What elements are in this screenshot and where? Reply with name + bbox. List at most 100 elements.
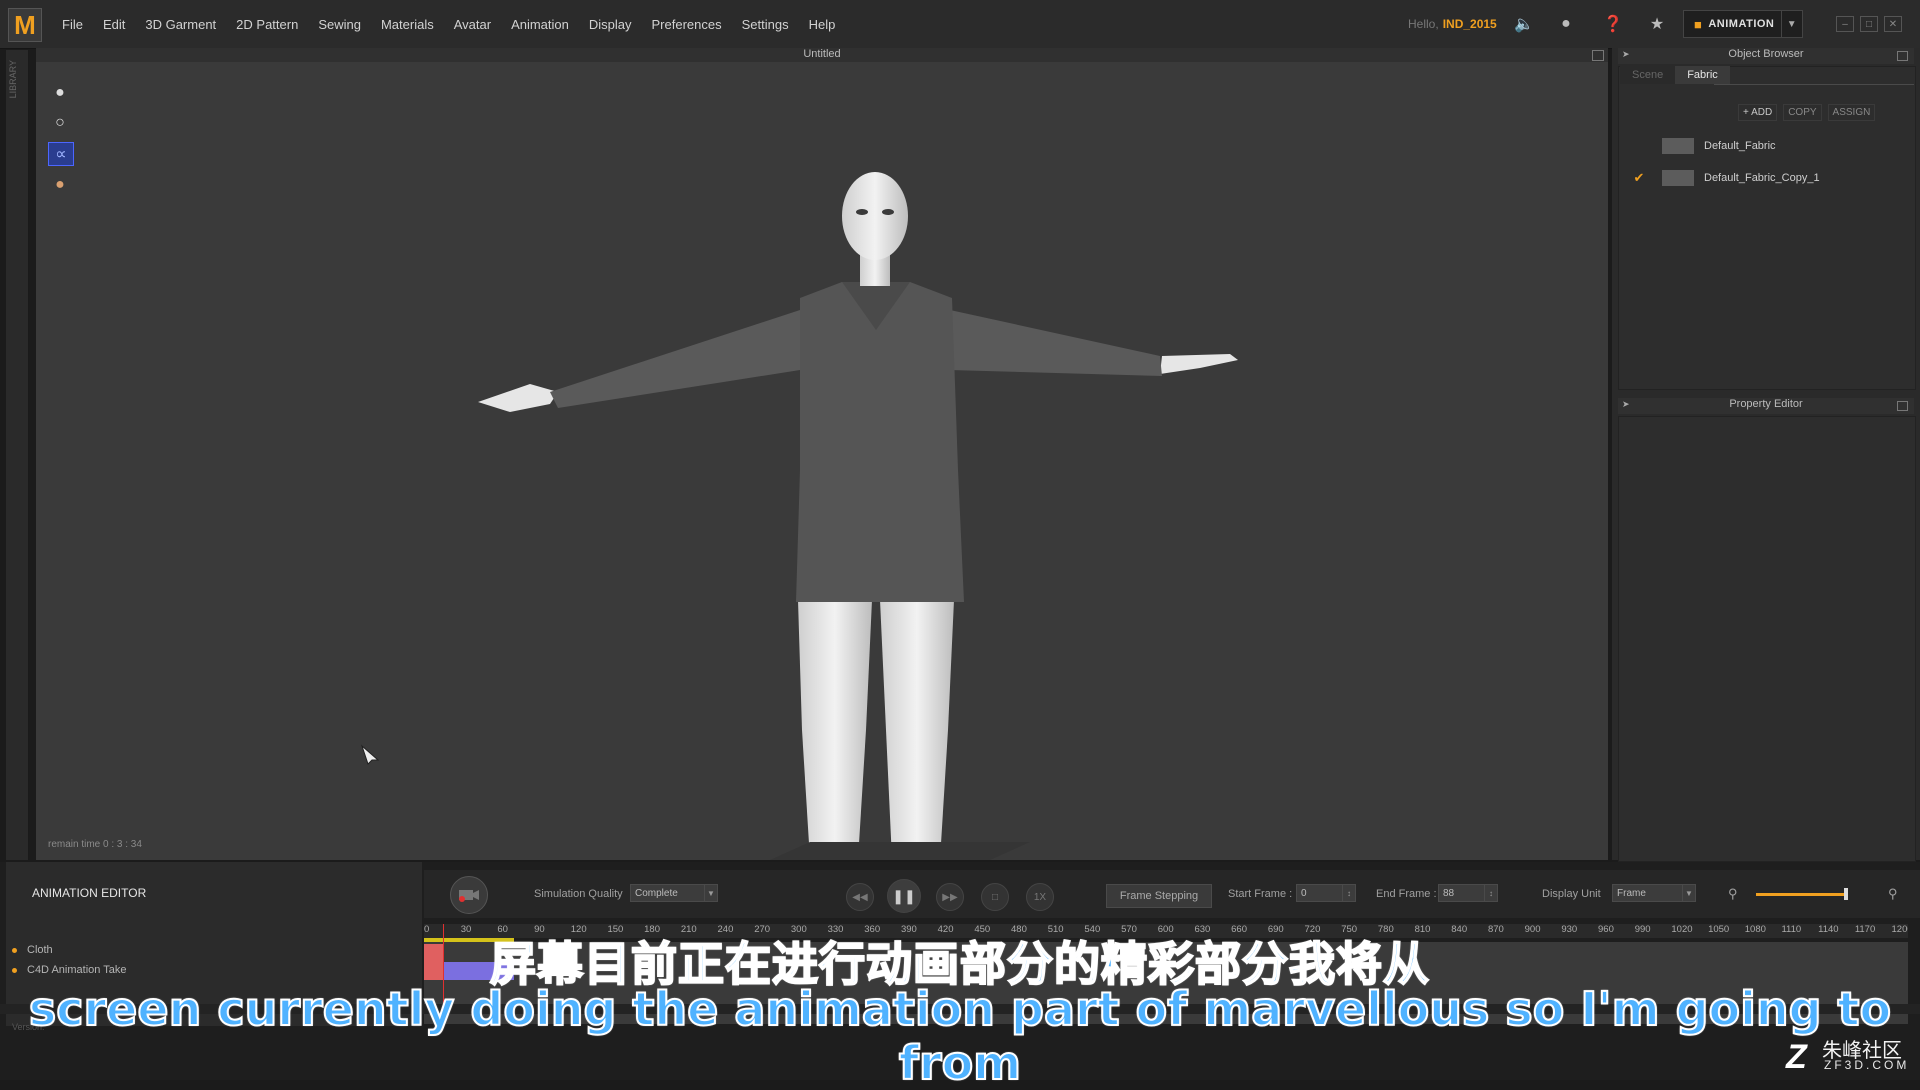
pin-icon[interactable]: ➤ (1622, 49, 1630, 60)
fabric-actions: + ADD COPY ASSIGN (1738, 104, 1876, 121)
menu-preferences[interactable]: Preferences (642, 17, 732, 32)
menu-file[interactable]: File (52, 17, 93, 32)
start-frame-label: Start Frame : (1228, 888, 1293, 900)
subtitle-english: screen currently doing the animation par… (28, 981, 1892, 1090)
user-icon[interactable]: ● (1555, 13, 1577, 35)
display-unit-label: Display Unit (1542, 888, 1601, 900)
tab-scene[interactable]: Scene (1620, 66, 1676, 84)
start-frame-value: 0 (1301, 887, 1307, 899)
menu-2d-pattern[interactable]: 2D Pattern (226, 17, 308, 32)
object-browser-header: ➤ Object Browser (1618, 48, 1914, 64)
mouse-cursor-icon (360, 744, 380, 765)
left-leg (798, 600, 872, 860)
speaker-icon[interactable]: 🔈 (1513, 13, 1535, 35)
left-eye (856, 209, 868, 215)
object-browser-tabs: Scene Fabric (1620, 66, 1730, 84)
menu-avatar[interactable]: Avatar (444, 17, 501, 32)
avatar-figure[interactable] (470, 170, 1250, 860)
zoom-slider-handle[interactable] (1844, 888, 1848, 900)
menu-display[interactable]: Display (579, 17, 642, 32)
stepper-icon[interactable]: ↕ (1342, 885, 1355, 901)
right-hand (1160, 354, 1238, 374)
fabric-item[interactable]: Default_Fabric (1628, 134, 1906, 158)
fabric-item[interactable]: ✔ Default_Fabric_Copy_1 (1628, 166, 1906, 190)
speed-button[interactable]: 1X (1026, 883, 1054, 911)
minimize-button[interactable]: – (1836, 16, 1854, 32)
menu-sewing[interactable]: Sewing (308, 17, 371, 32)
mode-label: ANIMATION (1708, 18, 1775, 30)
display-unit-value: Frame (1617, 887, 1646, 899)
right-sleeve (950, 310, 1162, 376)
menu-settings[interactable]: Settings (732, 17, 799, 32)
menu-help[interactable]: Help (799, 17, 846, 32)
menu-edit[interactable]: Edit (93, 17, 135, 32)
head (842, 172, 908, 260)
pin-icon[interactable]: ➤ (1622, 399, 1630, 410)
library-label: LIBRARY (8, 60, 18, 99)
main-menu: File Edit 3D Garment 2D Pattern Sewing M… (52, 0, 845, 48)
mode-selector[interactable]: ■ ANIMATION ▼ (1683, 10, 1803, 38)
record-camera-icon (459, 890, 479, 902)
rewind-button[interactable]: ◀◀ (846, 883, 874, 911)
panel-float-icon[interactable] (1897, 51, 1908, 61)
menu-materials[interactable]: Materials (371, 17, 444, 32)
avatar-toolbar: ● ○ ∝ ● (48, 82, 74, 196)
avatar-display-icon[interactable]: ● (48, 82, 72, 104)
end-frame-input[interactable]: 88 ↕ (1438, 884, 1498, 902)
simulation-quality-value: Complete (635, 887, 678, 899)
viewport-maximize-icon[interactable] (1592, 50, 1604, 61)
watermark-logo: Z (1786, 1038, 1807, 1076)
maximize-button[interactable]: □ (1860, 16, 1878, 32)
fabric-swatch (1662, 170, 1694, 186)
left-hand (478, 384, 558, 412)
property-editor-panel (1618, 416, 1916, 862)
assign-fabric-button[interactable]: ASSIGN (1827, 104, 1876, 121)
stepper-icon[interactable]: ↕ (1484, 885, 1497, 901)
skeleton-display-icon[interactable]: ∝ (48, 142, 74, 166)
display-unit-select[interactable]: Frame ▼ (1612, 884, 1696, 902)
remain-time: remain time 0 : 3 : 34 (48, 839, 142, 850)
notification-icon[interactable]: ★ (1646, 13, 1668, 35)
zoom-out-icon[interactable]: ⚲ (1728, 886, 1738, 902)
tab-fabric[interactable]: Fabric (1675, 66, 1730, 84)
simulation-quality-select[interactable]: Complete ▼ (630, 884, 718, 902)
watermark: Z 朱峰社区 ZF3D.COM (1786, 1034, 1916, 1078)
object-browser-title: Object Browser (1728, 48, 1804, 60)
forward-button[interactable]: ▶▶ (936, 883, 964, 911)
user-name[interactable]: IND_2015 (1443, 17, 1497, 31)
zoom-in-icon[interactable]: ⚲ (1888, 886, 1898, 902)
app-logo: M (8, 8, 42, 42)
end-frame-label: End Frame : (1376, 888, 1437, 900)
checkmark-icon: ✔ (1633, 170, 1645, 185)
fabric-name: Default_Fabric_Copy_1 (1704, 172, 1820, 184)
watermark-url: ZF3D.COM (1824, 1058, 1910, 1072)
property-editor-title: Property Editor (1729, 398, 1803, 410)
shirt (796, 282, 964, 602)
avatar-skin-icon[interactable]: ● (48, 174, 72, 196)
record-button[interactable] (450, 876, 488, 914)
loop-button[interactable]: □ (981, 883, 1009, 911)
zoom-slider[interactable] (1756, 893, 1848, 896)
pause-button[interactable]: ❚❚ (887, 879, 921, 913)
library-strip[interactable] (6, 50, 29, 860)
close-button[interactable]: ✕ (1884, 16, 1902, 32)
tab-divider (1714, 84, 1914, 85)
menu-animation[interactable]: Animation (501, 17, 579, 32)
user-greeting: Hello, IND_2015 (1408, 17, 1497, 31)
fabric-swatch (1662, 138, 1694, 154)
copy-fabric-button[interactable]: COPY (1783, 104, 1822, 121)
avatar-xray-icon[interactable]: ○ (48, 112, 72, 134)
chevron-down-icon[interactable]: ▼ (1781, 11, 1802, 37)
end-frame-value: 88 (1443, 887, 1455, 899)
chevron-down-icon: ▼ (704, 885, 717, 901)
help-icon[interactable]: ❓ (1602, 13, 1624, 35)
frame-stepping-button[interactable]: Frame Stepping (1106, 884, 1212, 908)
menu-3d-garment[interactable]: 3D Garment (135, 17, 226, 32)
panel-float-icon[interactable] (1897, 401, 1908, 411)
start-frame-input[interactable]: 0 ↕ (1296, 884, 1356, 902)
fabric-name: Default_Fabric (1704, 140, 1776, 152)
add-fabric-button[interactable]: + ADD (1738, 104, 1778, 121)
chevron-down-icon: ▼ (1682, 885, 1695, 901)
property-editor-header: ➤ Property Editor (1618, 398, 1914, 414)
simulation-quality-label: Simulation Quality (534, 888, 623, 900)
